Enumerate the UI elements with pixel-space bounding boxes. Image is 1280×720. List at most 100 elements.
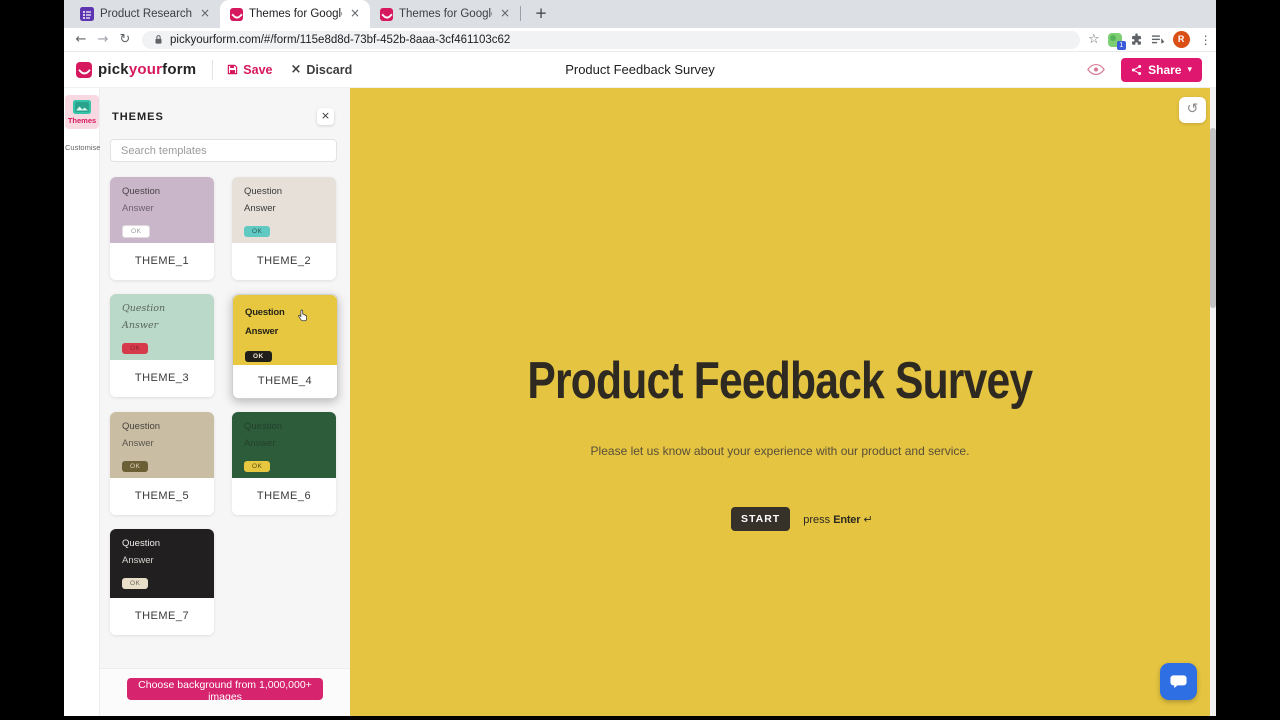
save-icon — [227, 64, 238, 75]
lock-icon — [154, 34, 163, 45]
tab-close-icon[interactable]: × — [198, 7, 212, 21]
forward-button[interactable]: → — [92, 32, 114, 47]
search-input[interactable] — [110, 139, 337, 162]
tab-title: Themes for Google forms | Pic — [249, 8, 342, 20]
preview-question: Question — [245, 307, 337, 318]
address-bar: ← → ↻ pickyourform.com/#/form/115e8d8d-7… — [64, 28, 1216, 52]
theme-card-4-selected[interactable]: Question Answer OK THEME_4 — [232, 294, 338, 399]
extensions-puzzle-icon[interactable] — [1130, 33, 1143, 46]
reload-button[interactable]: ↻ — [114, 32, 136, 47]
preview-ok-button: OK — [122, 225, 150, 238]
theme-preview: Question Answer OK — [232, 412, 336, 478]
preview-answer: Answer — [122, 320, 214, 331]
app-header: pickyourform Save × Discard Product Feed… — [64, 52, 1216, 88]
google-forms-icon — [80, 7, 94, 21]
press-enter-hint: press Enter ↵ — [803, 513, 872, 526]
tab-themes-2[interactable]: Themes for Google forms | Pic × — [370, 0, 520, 28]
panel-title: THEMES — [112, 111, 164, 123]
bookmark-star-icon[interactable]: ☆ — [1088, 32, 1100, 47]
theme-name: THEME_5 — [110, 478, 214, 515]
survey-title: Product Feedback Survey — [350, 351, 1210, 411]
media-playlist-icon[interactable] — [1151, 33, 1165, 46]
preview-question: Question — [122, 186, 214, 197]
tab-product-research-survey[interactable]: Product Research Survey - Go × — [70, 0, 220, 28]
browser-menu-icon[interactable]: ⋮ — [1198, 33, 1214, 47]
sidebar-item-label: Themes — [65, 116, 99, 125]
sidebar-item-customise[interactable]: Customise — [65, 136, 99, 156]
theme-preview: Question Answer OK — [110, 529, 214, 598]
theme-preview: Question Answer OK — [110, 177, 214, 243]
screen: Product Research Survey - Go × Themes fo… — [0, 0, 1280, 720]
chat-widget-button[interactable] — [1160, 663, 1197, 700]
header-right: Share ▾ — [1087, 58, 1202, 82]
theme-name: THEME_7 — [110, 598, 214, 635]
preview-question: Question — [122, 538, 214, 549]
preview-ok-button: OK — [122, 578, 148, 589]
logo-text: pickyourform — [98, 61, 196, 78]
preview-ok-button: OK — [122, 343, 148, 354]
preview-ok-button: OK — [245, 351, 272, 362]
header-divider — [212, 60, 213, 80]
preview-answer: Answer — [122, 203, 214, 214]
tab-title: Product Research Survey - Go — [100, 8, 192, 20]
theme-preview: Question Answer OK — [110, 294, 214, 360]
extension-green-icon[interactable]: 1 — [1108, 33, 1122, 47]
tab-separator — [520, 6, 521, 21]
tab-themes-active[interactable]: Themes for Google forms | Pic × — [220, 0, 370, 28]
url-text: pickyourform.com/#/form/115e8d8d-73bf-45… — [170, 34, 510, 46]
extension-badge: 1 — [1117, 41, 1126, 50]
pickyourform-logo-icon — [76, 62, 92, 78]
back-button[interactable]: ← — [70, 32, 92, 47]
app-logo[interactable]: pickyourform — [76, 61, 196, 78]
preview-ok-button: OK — [122, 461, 148, 472]
theme-card-5[interactable]: Question Answer OK THEME_5 — [110, 412, 214, 515]
panel-close-button[interactable]: × — [317, 108, 334, 125]
scrollbar-thumb[interactable] — [1210, 128, 1216, 308]
preview-answer: Answer — [244, 203, 336, 214]
preview-question: Question — [244, 421, 336, 432]
preview-eye-icon[interactable] — [1087, 63, 1105, 76]
chevron-down-icon: ▾ — [1187, 65, 1192, 75]
theme-card-6[interactable]: Question Answer OK THEME_6 — [232, 412, 336, 515]
profile-avatar[interactable]: R — [1173, 31, 1190, 48]
share-label: Share — [1148, 63, 1181, 77]
theme-card-1[interactable]: Question Answer OK THEME_1 — [110, 177, 214, 280]
share-button[interactable]: Share ▾ — [1121, 58, 1202, 82]
discard-x-icon: × — [290, 62, 301, 77]
tab-close-icon[interactable]: × — [498, 7, 512, 21]
form-preview-area: ↺ Product Feedback Survey Please let us … — [350, 88, 1216, 716]
new-tab-button[interactable]: + — [531, 4, 551, 24]
theme-name: THEME_2 — [232, 243, 336, 280]
preview-answer: Answer — [122, 438, 214, 449]
theme-name: THEME_6 — [232, 478, 336, 515]
themes-panel: THEMES × Question Answer OK THEME_1 Ques… — [100, 88, 350, 716]
save-button[interactable]: Save — [227, 63, 272, 77]
preview-question: Question — [122, 421, 214, 432]
preview-ok-button: OK — [244, 461, 270, 472]
url-field[interactable]: pickyourform.com/#/form/115e8d8d-73bf-45… — [142, 31, 1080, 49]
theme-card-2[interactable]: Question Answer OK THEME_2 — [232, 177, 336, 280]
theme-preview: Question Answer OK — [232, 177, 336, 243]
discard-button[interactable]: × Discard — [290, 62, 352, 77]
start-row: START press Enter ↵ — [731, 507, 873, 531]
sidebar-item-themes[interactable]: Themes — [65, 95, 99, 129]
tab-strip: Product Research Survey - Go × Themes fo… — [64, 0, 1216, 28]
themes-icon — [73, 100, 91, 114]
start-button[interactable]: START — [731, 507, 790, 531]
choose-background-button[interactable]: Choose background from 1,000,000+ images — [127, 678, 323, 700]
theme-card-3[interactable]: Question Answer OK THEME_3 — [110, 294, 214, 397]
toolbar-icons: ☆ 1 R ⋮ — [1088, 31, 1214, 48]
theme-card-7[interactable]: Question Answer OK THEME_7 — [110, 529, 214, 635]
undo-button[interactable]: ↺ — [1179, 97, 1206, 123]
preview-question: Question — [122, 303, 214, 314]
survey-subtitle: Please let us know about your experience… — [350, 444, 1210, 458]
sidebar-item-label: Customise — [65, 143, 99, 152]
tab-close-icon[interactable]: × — [348, 7, 362, 21]
theme-name: THEME_4 — [233, 365, 337, 398]
pickyourform-favicon — [230, 8, 243, 21]
panel-bottom-bar: Choose background from 1,000,000+ images — [100, 668, 350, 716]
share-icon — [1131, 64, 1142, 76]
save-label: Save — [243, 63, 272, 77]
preview-answer: Answer — [245, 326, 337, 337]
scrollbar-track[interactable] — [1210, 88, 1216, 716]
